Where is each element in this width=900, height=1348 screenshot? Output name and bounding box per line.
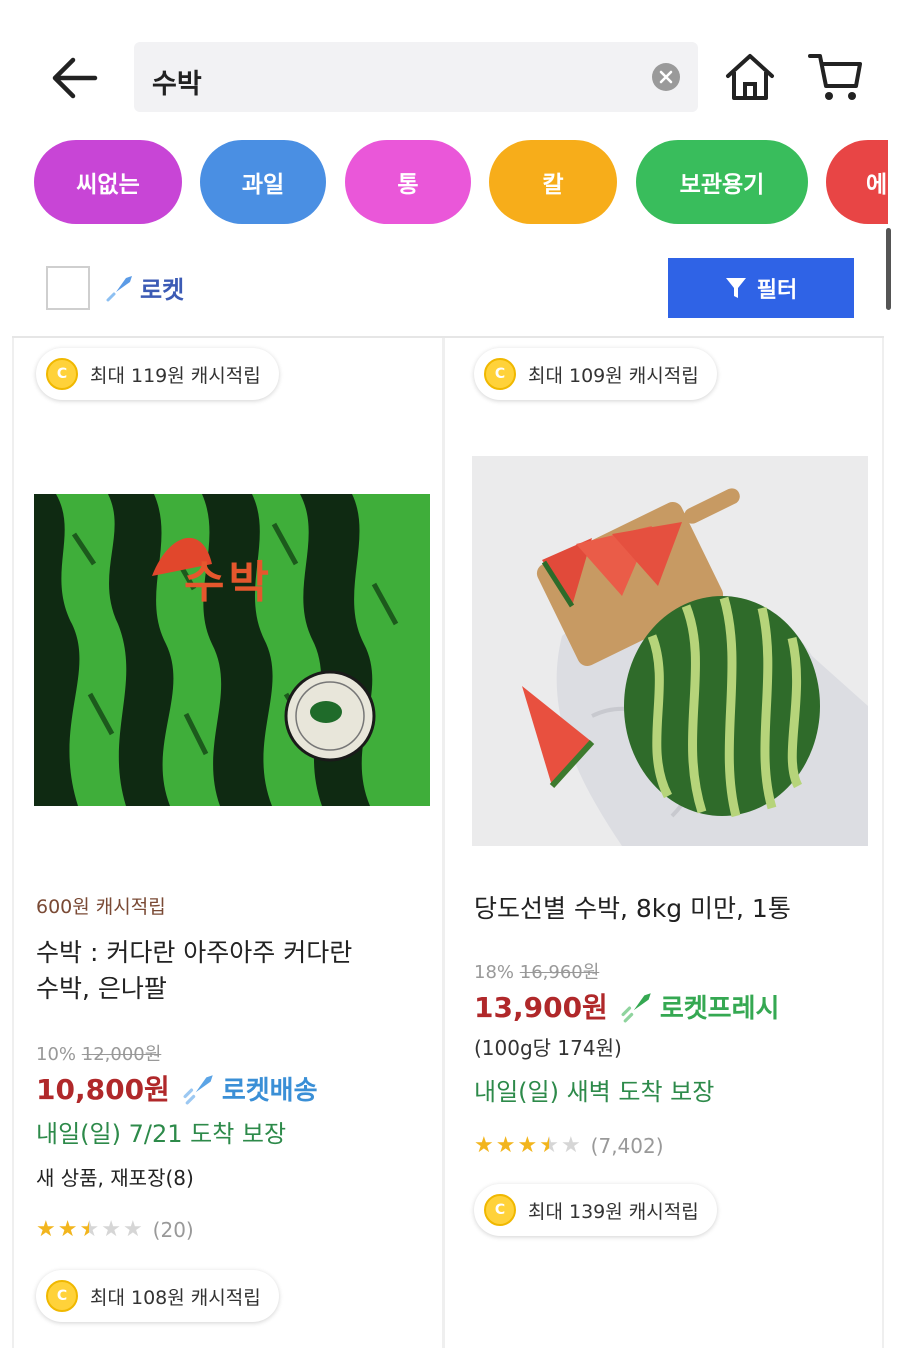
- rocket-icon: [621, 993, 651, 1023]
- product-price-row: 13,900원 로켓프레시: [474, 986, 779, 1026]
- back-arrow-icon: [52, 57, 98, 99]
- watermelon-stripes-image: [34, 494, 430, 806]
- original-price: 12,000원: [81, 1044, 162, 1065]
- review-count: (20): [152, 1218, 194, 1242]
- grid-edge-right: [882, 338, 884, 1348]
- sale-price: 10,800원: [36, 1073, 170, 1106]
- cash-reward-text: 최대 139원 캐시적립: [528, 1200, 699, 1223]
- product-rating: ★ ★ ★ ★ ★ (20): [36, 1218, 194, 1242]
- search-query-text: 수박: [152, 69, 202, 100]
- watermelon-photo-image: [472, 456, 868, 846]
- cash-reward-text: 최대 119원 캐시적립: [90, 364, 261, 387]
- product-title-line2[interactable]: 수박, 은나팔: [36, 970, 167, 1008]
- chip-fruit[interactable]: 과일: [200, 140, 326, 224]
- back-button[interactable]: [44, 50, 104, 106]
- product-discount-row: 10% 12,000원: [36, 1040, 161, 1066]
- star-full-icon: ★: [495, 1133, 516, 1158]
- coin-icon: C: [46, 1280, 78, 1312]
- chip-seedless[interactable]: 씨없는: [34, 140, 182, 224]
- filter-icon: [725, 278, 746, 298]
- chip-storage-container[interactable]: 보관용기: [636, 140, 808, 224]
- star-full-icon: ★: [517, 1133, 538, 1158]
- keyword-chip-bar: 씨없는 과일 통 칼 보관용기 에: [0, 140, 888, 228]
- star-full-icon: ★: [57, 1217, 78, 1242]
- original-price: 16,960원: [519, 962, 600, 983]
- product-title-line1[interactable]: 당도선별 수박, 8kg 미만, 1통: [474, 890, 791, 928]
- discount-rate: 18%: [474, 962, 515, 983]
- product-condition[interactable]: 새 상품, 재포장(8): [36, 1162, 194, 1191]
- product-price-row: 10,800원 로켓배송: [36, 1068, 318, 1108]
- discount-rate: 10%: [36, 1044, 77, 1065]
- coin-icon: C: [484, 1194, 516, 1226]
- rocket-filter-text: 로켓: [140, 276, 185, 304]
- filter-button-label: 필터: [756, 278, 798, 303]
- home-icon: [726, 54, 774, 100]
- chip-whole[interactable]: 통: [345, 140, 471, 224]
- rocket-fresh-badge: 로켓프레시: [620, 988, 780, 1025]
- product-rating: ★ ★ ★ ★ ★ (7,402): [474, 1134, 664, 1158]
- cash-reward-badge: C 최대 108원 캐시적립: [36, 1270, 279, 1322]
- chip-partial[interactable]: 에: [826, 140, 888, 224]
- review-count: (7,402): [590, 1134, 664, 1158]
- cash-reward-text: 최대 108원 캐시적립: [90, 1286, 261, 1309]
- chip-knife[interactable]: 칼: [489, 140, 617, 224]
- search-input[interactable]: 수박: [134, 42, 698, 112]
- product-cash-earn: 600원 캐시적립: [36, 896, 166, 918]
- product-image-watermelon-pattern[interactable]: 수박: [34, 494, 430, 806]
- grid-edge-left: [12, 338, 14, 1348]
- product-image-watermelon-photo[interactable]: [472, 456, 868, 846]
- rocket-delivery-label: 로켓배송: [221, 1075, 318, 1106]
- star-empty-icon: ★: [560, 1133, 581, 1158]
- rocket-icon: [106, 275, 132, 301]
- rocket-icon: [183, 1075, 213, 1105]
- sale-price: 13,900원: [474, 991, 608, 1024]
- star-empty-icon: ★: [122, 1217, 143, 1242]
- rocket-delivery-badge: 로켓배송: [182, 1070, 318, 1107]
- product-title-line1[interactable]: 수박 : 커다란 아주아주 커다란: [36, 934, 352, 972]
- rocket-filter-label[interactable]: 로켓: [104, 270, 184, 305]
- delivery-guarantee: 내일(일) 7/21 도착 보장: [36, 1120, 287, 1148]
- star-empty-icon: ★: [101, 1217, 121, 1242]
- cash-reward-badge: C 최대 119원 캐시적립: [36, 348, 279, 400]
- clear-search-button[interactable]: [652, 63, 680, 91]
- close-icon: [659, 70, 673, 84]
- coin-icon: C: [484, 358, 516, 390]
- product-discount-row: 18% 16,960원: [474, 958, 599, 984]
- coin-icon: C: [46, 358, 78, 390]
- star-full-icon: ★: [36, 1217, 56, 1242]
- cash-reward-text: 최대 109원 캐시적립: [528, 364, 699, 387]
- rocket-only-checkbox[interactable]: [46, 266, 90, 310]
- star-full-icon: ★: [474, 1133, 494, 1158]
- filter-button[interactable]: 필터: [668, 258, 854, 318]
- top-bar: 수박: [0, 0, 900, 130]
- unit-price: (100g당 174원): [474, 1036, 622, 1060]
- product-image-caption: 수박: [184, 557, 273, 608]
- home-button[interactable]: [722, 46, 778, 106]
- scrollbar[interactable]: [886, 228, 891, 310]
- star-half-icon: ★: [79, 1217, 100, 1242]
- cash-reward-badge: C 최대 109원 캐시적립: [474, 348, 717, 400]
- delivery-guarantee: 내일(일) 새벽 도착 보장: [474, 1078, 715, 1106]
- cart-button[interactable]: [806, 46, 866, 106]
- star-half-icon: ★: [539, 1133, 559, 1158]
- divider: [12, 336, 884, 338]
- cart-icon: [808, 54, 862, 100]
- grid-column-divider: [442, 338, 445, 1348]
- cash-reward-badge: C 최대 139원 캐시적립: [474, 1184, 717, 1236]
- rocket-fresh-label: 로켓프레시: [659, 993, 780, 1024]
